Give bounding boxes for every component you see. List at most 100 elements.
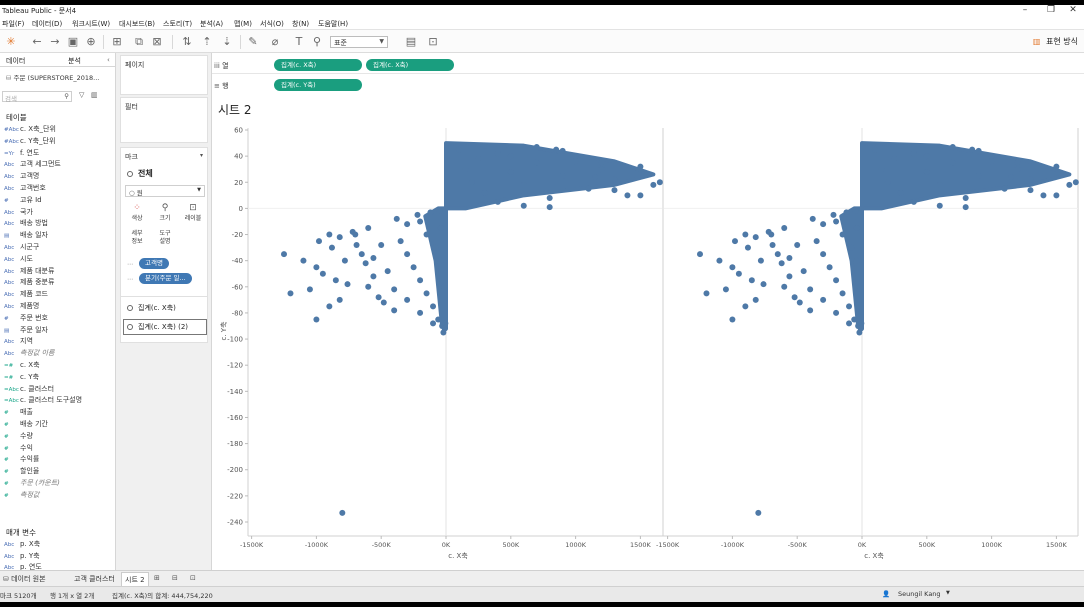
menu-dashboard[interactable]: 대시보드(B): [119, 19, 155, 29]
labels-icon[interactable]: T: [292, 35, 306, 49]
field-item[interactable]: Abc 제품명: [4, 301, 39, 312]
field-item[interactable]: Abc 고객 세그먼트: [4, 159, 61, 170]
field-item[interactable]: Abc 제품 코드: [4, 289, 48, 300]
field-item[interactable]: #Abcc. X축_단위: [4, 124, 56, 135]
view-options-icon[interactable]: ▥: [91, 91, 98, 99]
field-item[interactable]: Abc 국가: [4, 207, 33, 218]
filters-card[interactable]: 필터: [120, 97, 208, 143]
field-item[interactable]: #Abcc. Y축_단위: [4, 136, 55, 147]
field-item[interactable]: Abc 측정값 이름: [4, 348, 54, 359]
scatter-chart[interactable]: 60 40 20 0 -20 -40 -60 -80 -100 -120 -140 -160 -180 -…: [212, 91, 1084, 573]
new-worksheet-icon[interactable]: ⊞: [154, 574, 160, 582]
columns-pill-1[interactable]: 집계(c. X축): [274, 59, 362, 71]
tab-analysis[interactable]: 분석: [68, 56, 81, 66]
new-worksheet-icon[interactable]: ⊞: [110, 35, 124, 49]
color-button[interactable]: ⁘ 색상: [125, 203, 149, 223]
presentation-icon[interactable]: ⊡: [426, 35, 440, 49]
menu-analysis[interactable]: 분석(A): [200, 19, 223, 29]
restore-icon[interactable]: ❐: [1042, 5, 1060, 17]
field-item[interactable]: ▤ 배송 일자: [4, 230, 48, 241]
marks-pill-customer[interactable]: 고객명: [139, 258, 169, 269]
parameter-item[interactable]: Abc p. X축: [4, 539, 40, 550]
field-item[interactable]: # 고유 Id: [4, 195, 42, 206]
field-item[interactable]: # 주문 (카운트): [4, 478, 60, 489]
tab-data[interactable]: 데이터: [6, 56, 25, 66]
menu-worksheet[interactable]: 워크시트(W): [72, 19, 110, 29]
menu-file[interactable]: 파일(F): [2, 19, 24, 29]
data-source[interactable]: ⛁ 주문 (SUPERSTORE_2018...: [6, 72, 99, 82]
swap-icon[interactable]: ⇅: [180, 35, 194, 49]
save-icon[interactable]: ▣: [66, 35, 80, 49]
menu-story[interactable]: 스토리(T): [163, 19, 192, 29]
field-item[interactable]: ▤ 주문 일자: [4, 325, 48, 336]
label-button[interactable]: ⊡ 레이블: [181, 203, 205, 223]
field-item[interactable]: =# c. Y축: [4, 372, 39, 383]
field-item[interactable]: # 매출: [4, 407, 33, 418]
rows-pill-1[interactable]: 집계(c. Y축): [274, 79, 362, 91]
field-item[interactable]: =Abcc. 클러스터 도구설명: [4, 395, 82, 406]
field-name: c. Y축_단위: [20, 136, 56, 145]
marks-menu-icon[interactable]: ▾: [200, 152, 203, 159]
field-item[interactable]: Abc 지역: [4, 336, 33, 347]
new-datasource-icon[interactable]: ⊕: [84, 35, 98, 49]
status-user[interactable]: Seungil Kang: [898, 590, 941, 598]
fit-select[interactable]: 표준 ▼: [330, 36, 388, 48]
field-item[interactable]: # 수량: [4, 431, 33, 442]
undo-icon[interactable]: ←: [30, 35, 44, 49]
field-item[interactable]: Abc 시도: [4, 254, 33, 265]
field-item[interactable]: =Abcc. 클러스터: [4, 384, 54, 395]
field-item[interactable]: Abc 제품 대분류: [4, 266, 54, 277]
redo-icon[interactable]: →: [48, 35, 62, 49]
field-item[interactable]: =Yr f. 연도: [4, 148, 39, 159]
columns-shelf[interactable]: iii 열 집계(c. X축) 집계(c. X축): [212, 57, 1084, 74]
marks-all[interactable]: 전체: [127, 168, 153, 179]
new-story-icon[interactable]: ⊡: [190, 574, 196, 582]
field-item[interactable]: Abc 배송 방법: [4, 218, 48, 229]
menu-window[interactable]: 창(N): [292, 19, 309, 29]
tableau-logo-icon[interactable]: ✳: [4, 35, 18, 49]
field-search-input[interactable]: 검색 ⚲: [2, 91, 72, 103]
filter-icon[interactable]: ▽: [79, 91, 84, 99]
collapse-icon[interactable]: ‹: [107, 56, 110, 64]
menu-format[interactable]: 서식(O): [260, 19, 284, 29]
size-button[interactable]: ⚲ 크기: [153, 203, 177, 223]
field-item[interactable]: # 주문 번호: [4, 313, 48, 324]
tooltip-button[interactable]: 도구 설명: [153, 230, 177, 250]
clear-sheet-icon[interactable]: ⊠: [150, 35, 164, 49]
menu-help[interactable]: 도움말(H): [318, 19, 348, 29]
duplicate-sheet-icon[interactable]: ⧉: [132, 35, 146, 49]
pin-icon[interactable]: ⚲: [310, 35, 324, 49]
field-item[interactable]: # 수익률: [4, 454, 39, 465]
minimize-icon[interactable]: –: [1016, 5, 1034, 17]
field-item[interactable]: =# c. X축: [4, 360, 40, 371]
group-icon[interactable]: ⌀: [268, 35, 282, 49]
sort-asc-icon[interactable]: ⇡: [200, 35, 214, 49]
columns-pill-2[interactable]: 집계(c. X축): [366, 59, 454, 71]
tab-customer-cluster[interactable]: 고객 클러스터: [74, 574, 115, 584]
field-item[interactable]: # 배송 기간: [4, 419, 48, 430]
field-item[interactable]: # 측정값: [4, 490, 39, 501]
marks-sum-x2[interactable]: 집계(c. X축) (2): [123, 319, 207, 335]
field-item[interactable]: Abc 시군구: [4, 242, 39, 253]
menu-map[interactable]: 맵(M): [234, 19, 252, 29]
mark-type-select[interactable]: ○ 원 ▼: [125, 185, 205, 197]
field-item[interactable]: Abc 제품 중분류: [4, 277, 54, 288]
x-tick-label: 1000K: [981, 541, 1003, 549]
field-item[interactable]: # 수익: [4, 443, 33, 454]
field-item[interactable]: # 할인율: [4, 466, 39, 477]
highlight-icon[interactable]: ✎: [246, 35, 260, 49]
field-item[interactable]: Abc 고객명: [4, 171, 39, 182]
show-me-button[interactable]: ▥ 표현 방식: [1033, 36, 1078, 47]
sort-desc-icon[interactable]: ⇣: [220, 35, 234, 49]
close-icon[interactable]: ✕: [1064, 5, 1082, 17]
parameter-item[interactable]: Abc p. Y축: [4, 551, 40, 562]
cards-toggle-icon[interactable]: ▤: [404, 35, 418, 49]
detail-button[interactable]: 세부 정보: [125, 230, 149, 250]
field-item[interactable]: Abc 고객번호: [4, 183, 46, 194]
new-dashboard-icon[interactable]: ⊟: [172, 574, 178, 582]
marks-pill-quarter[interactable]: 분기(주문 일...: [139, 273, 192, 284]
tab-data-source[interactable]: ⛁ 데이터 원본: [3, 574, 46, 584]
chevron-down-icon[interactable]: ▼: [946, 590, 950, 596]
marks-sum-x[interactable]: 집계(c. X축): [127, 303, 176, 313]
menu-data[interactable]: 데이터(D): [32, 19, 62, 29]
